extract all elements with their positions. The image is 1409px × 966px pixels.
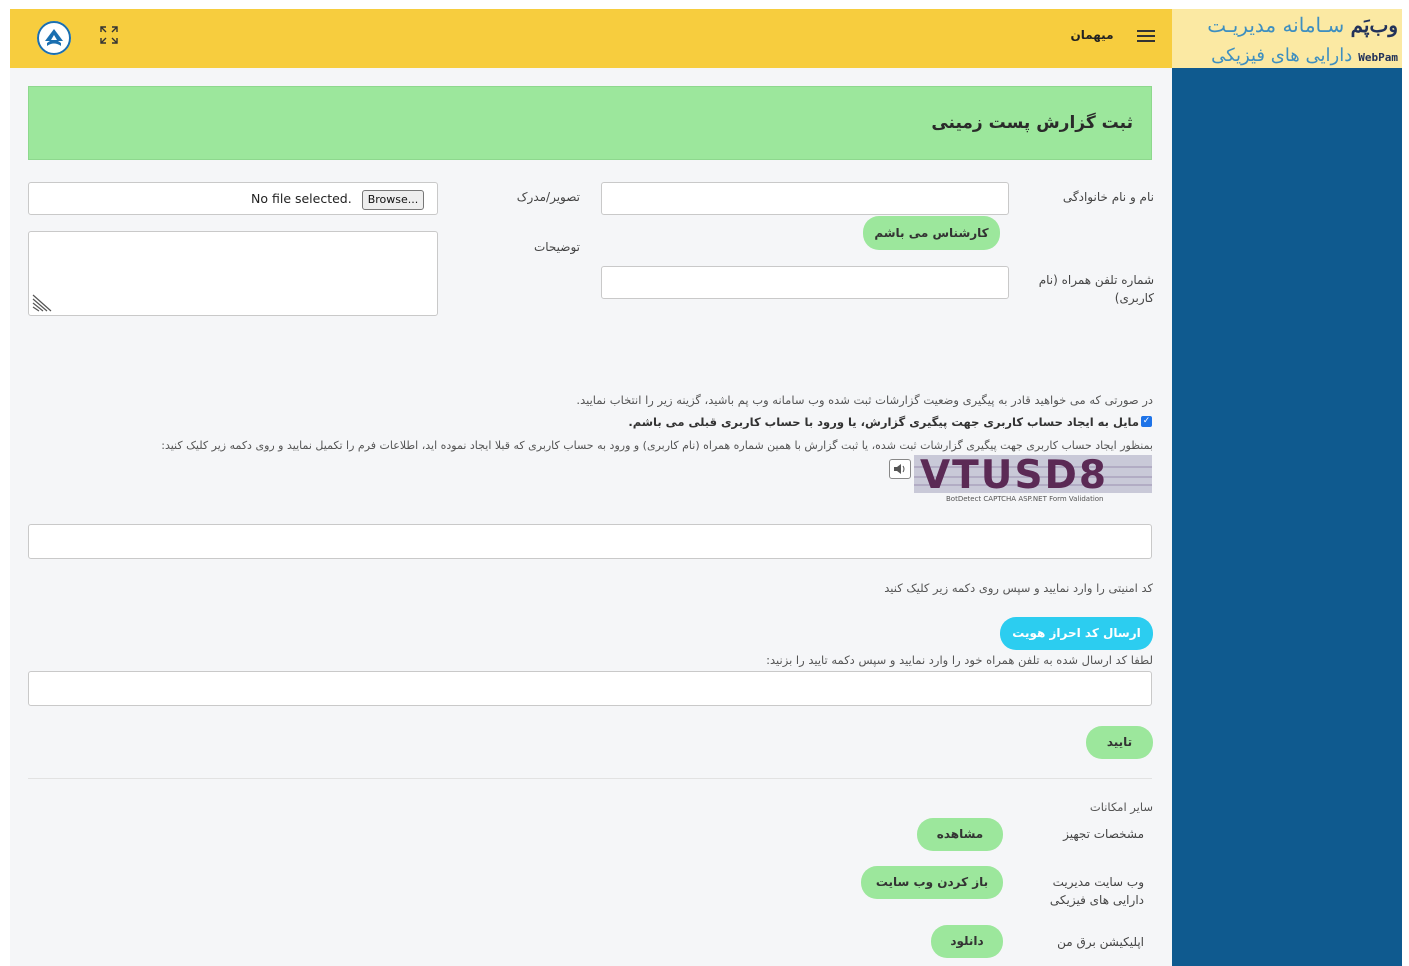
captcha-caption: BotDetect CAPTCHA ASP.NET Form Validatio…: [946, 495, 1104, 503]
captcha-input[interactable]: [28, 524, 1152, 559]
page-title-box: ثبت گزارش پست زمینی: [28, 86, 1152, 160]
top-header: وب‌پَم سـامانه مدیریـت WebPamدارایی های …: [10, 9, 1402, 68]
file-input[interactable]: No file selected. Browse...: [28, 182, 438, 215]
account-info-text: در صورتی که می خواهید قادر به پیگیری وضع…: [576, 393, 1153, 407]
captcha-image: VTUSD8: [914, 455, 1152, 493]
file-status: No file selected.: [251, 191, 352, 206]
captcha-hint: کد امنیتی را وارد نمایید و سپس روی دکمه …: [884, 581, 1153, 595]
brand-subtitle: WebPamدارایی های فیزیکی: [1211, 45, 1398, 66]
app-label: اپلیکیشن برق من: [1057, 935, 1144, 949]
resize-handle-icon[interactable]: [31, 291, 55, 313]
create-account-checkbox[interactable]: ✓: [1141, 416, 1152, 427]
brand-title: وب‌پَم سـامانه مدیریـت: [1207, 13, 1398, 37]
create-account-label[interactable]: مایل به ایجاد حساب کاربری جهت پیگیری گزا…: [628, 415, 1139, 429]
send-code-button[interactable]: ارسال کد احراز هویت: [1000, 617, 1153, 650]
sms-code-input[interactable]: [28, 671, 1152, 706]
captcha-code: VTUSD8: [920, 455, 1109, 493]
open-website-button[interactable]: باز کردن وب سایت: [861, 866, 1003, 899]
fullscreen-icon[interactable]: [99, 25, 119, 45]
website-label: وب سایت مدیریت دارایی های فیزیکی: [1049, 875, 1144, 907]
sms-hint: لطفا کد ارسال شده به تلفن همراه خود را و…: [766, 653, 1153, 667]
account-instructions: بمنظور ایجاد حساب کاربری جهت پیگیری گزار…: [161, 439, 1153, 452]
image-label: تصویر/مدرک: [516, 190, 580, 204]
section-divider: [28, 778, 1152, 779]
name-input[interactable]: [601, 182, 1009, 215]
expert-button[interactable]: کارشناس می باشم: [863, 216, 1000, 250]
company-logo-icon[interactable]: [37, 21, 71, 55]
user-name[interactable]: میهمان: [1064, 28, 1120, 42]
phone-input[interactable]: [601, 266, 1009, 299]
browse-button[interactable]: Browse...: [362, 190, 424, 210]
captcha-sound-icon[interactable]: [889, 459, 911, 479]
equipment-label: مشخصات تجهیز: [1063, 827, 1144, 841]
other-features-heading: سایر امکانات: [1089, 800, 1153, 814]
menu-icon[interactable]: [1137, 27, 1155, 45]
download-app-button[interactable]: دانلود: [931, 925, 1003, 958]
brand-logo[interactable]: وب‌پَم سـامانه مدیریـت WebPamدارایی های …: [1172, 9, 1402, 68]
page-title: ثبت گزارش پست زمینی: [931, 113, 1133, 133]
view-equipment-button[interactable]: مشاهده: [917, 818, 1003, 851]
description-textarea[interactable]: [28, 231, 438, 316]
name-label: نام و نام خانوادگی: [1062, 190, 1154, 204]
description-label: توضیحات: [533, 240, 580, 254]
sidebar: [1172, 68, 1402, 966]
phone-label: شماره تلفن همراه (نام کاربری): [1038, 273, 1154, 305]
confirm-button[interactable]: تایید: [1086, 726, 1153, 759]
